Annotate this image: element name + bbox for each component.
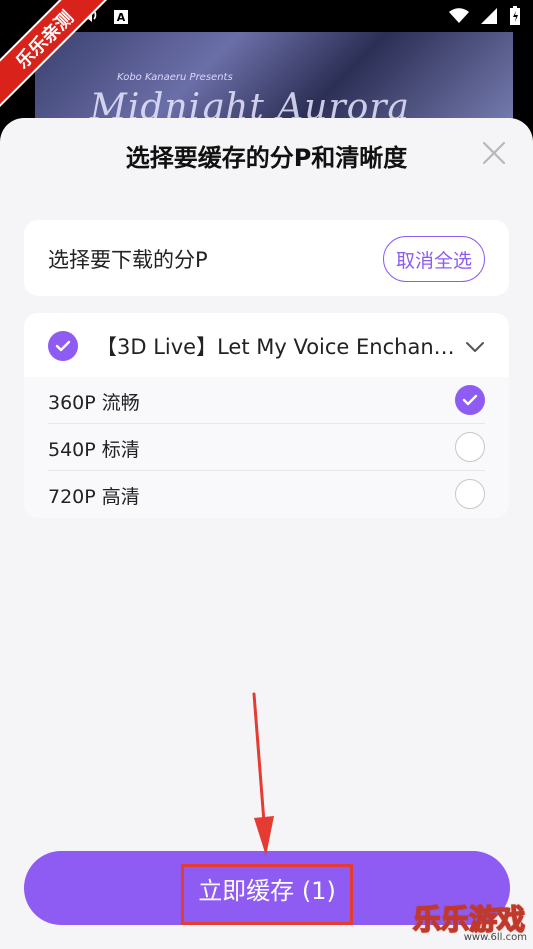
a-badge-icon: A xyxy=(114,10,128,24)
resolution-radio-checked[interactable] xyxy=(455,385,485,415)
resolution-option-540p[interactable]: 540P 标清 xyxy=(24,424,509,471)
resolution-label: 360P 流畅 xyxy=(48,392,140,414)
select-parts-card: 选择要下载的分P 取消全选 xyxy=(24,220,509,296)
annotation-highlight-box xyxy=(181,864,353,925)
check-icon xyxy=(55,340,71,352)
video-part-row[interactable]: 【3D Live】Let My Voice Enchanting… xyxy=(24,313,509,379)
resolution-label: 720P 高清 xyxy=(48,486,140,508)
cover-presents-text: Kobo Kanaeru Presents xyxy=(117,72,233,83)
select-parts-label: 选择要下载的分P xyxy=(48,248,208,272)
battery-icon xyxy=(509,6,521,30)
resolution-option-360p[interactable]: 360P 流畅 xyxy=(24,377,509,424)
chevron-down-icon[interactable] xyxy=(463,335,487,359)
resolution-option-720p[interactable]: 720P 高清 xyxy=(24,471,509,518)
deselect-all-button[interactable]: 取消全选 xyxy=(382,236,485,282)
wifi-icon xyxy=(449,8,469,28)
video-part-title: 【3D Live】Let My Voice Enchanting… xyxy=(96,335,456,359)
check-icon xyxy=(462,394,478,406)
watermark-logo-url: www.6ll.com xyxy=(463,932,527,943)
watermark-logo: 乐乐游戏 www.6ll.com xyxy=(412,898,533,949)
signal-icon xyxy=(481,8,497,28)
close-button[interactable] xyxy=(481,140,507,166)
resolution-label: 540P 标清 xyxy=(48,439,140,461)
resolution-radio[interactable] xyxy=(455,479,485,509)
resolution-radio[interactable] xyxy=(455,432,485,462)
sheet-title: 选择要缓存的分P和清晰度 xyxy=(125,144,408,172)
annotation-arrow xyxy=(252,692,274,856)
close-icon xyxy=(482,141,506,165)
video-parts-card: 【3D Live】Let My Voice Enchanting… 360P 流… xyxy=(24,313,509,518)
video-part-checkbox[interactable] xyxy=(48,331,78,361)
resolution-list: 360P 流畅 540P 标清 720P 高清 xyxy=(24,377,509,518)
